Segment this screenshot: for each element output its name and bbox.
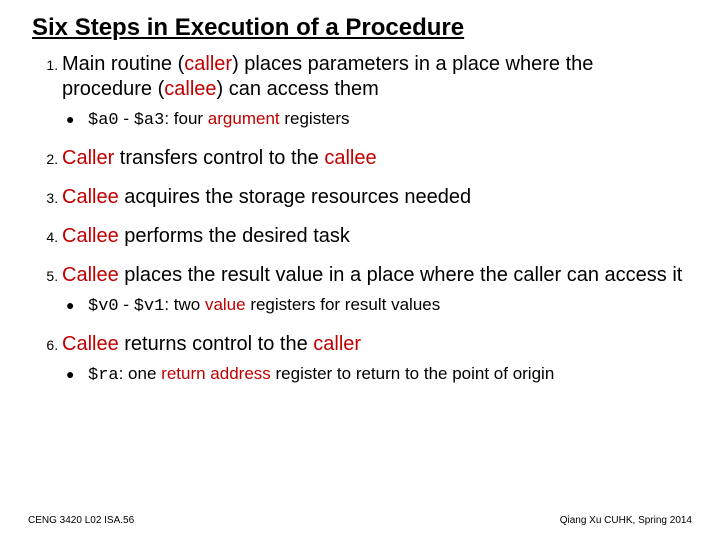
step-3: Callee acquires the storage resources ne…	[62, 185, 688, 210]
step5-dash: -	[119, 295, 134, 314]
step6-kw: return address	[161, 364, 271, 383]
footer-left: CENG 3420 L02 ISA.56	[28, 515, 134, 526]
step5-post: places the result value in a place where…	[119, 264, 683, 286]
step5-colon: : two	[164, 295, 205, 314]
slide-title: Six Steps in Execution of a Procedure	[32, 14, 688, 42]
step3-callee: Callee	[62, 186, 119, 208]
step1-colon: : four	[164, 109, 207, 128]
step5-callee: Callee	[62, 264, 119, 286]
step6-code1: $ra	[88, 366, 119, 385]
step3-post: acquires the storage resources needed	[119, 186, 471, 208]
step-5: Callee places the result value in a plac…	[62, 263, 688, 318]
step1-sub: ● $a0 - $a3: four argument registers	[62, 108, 688, 132]
step5-code1: $v0	[88, 297, 119, 316]
step1-dash: -	[119, 109, 134, 128]
step1-code2: $a3	[134, 111, 165, 130]
step1-kw: argument	[208, 109, 280, 128]
step4-post: performs the desired task	[119, 225, 350, 247]
bullet-icon: ●	[66, 296, 74, 314]
steps-list: Main routine (caller) places parameters …	[32, 52, 688, 387]
step2-callee: callee	[324, 147, 376, 169]
step-4: Callee performs the desired task	[62, 224, 688, 249]
step6-callee: Callee	[62, 333, 119, 355]
step4-callee: Callee	[62, 225, 119, 247]
bullet-icon: ●	[66, 365, 74, 383]
step6-caller: caller	[313, 333, 361, 355]
step6-sub: ● $ra: one return address register to re…	[62, 363, 688, 387]
step1-caller: caller	[184, 53, 232, 75]
step5-tail: registers for result values	[246, 295, 441, 314]
footer: CENG 3420 L02 ISA.56 Qiang Xu CUHK, Spri…	[28, 515, 692, 526]
step1-post: ) can access them	[217, 78, 379, 100]
step1-tail: registers	[280, 109, 350, 128]
step-1: Main routine (caller) places parameters …	[62, 52, 688, 132]
step5-sub: ● $v0 - $v1: two value registers for res…	[62, 294, 688, 318]
step1-pre: Main routine (	[62, 53, 184, 75]
step1-code1: $a0	[88, 111, 119, 130]
step1-callee: callee	[164, 78, 216, 100]
bullet-icon: ●	[66, 110, 74, 128]
step6-colon: : one	[119, 364, 162, 383]
step5-kw: value	[205, 295, 246, 314]
step6-mid: returns control to the	[119, 333, 314, 355]
step-6: Callee returns control to the caller ● $…	[62, 332, 688, 387]
step2-caller: Caller	[62, 147, 114, 169]
step5-code2: $v1	[134, 297, 165, 316]
step6-tail: register to return to the point of origi…	[271, 364, 555, 383]
step-2: Caller transfers control to the callee	[62, 146, 688, 171]
footer-right: Qiang Xu CUHK, Spring 2014	[560, 515, 692, 526]
step2-mid: transfers control to the	[114, 147, 324, 169]
